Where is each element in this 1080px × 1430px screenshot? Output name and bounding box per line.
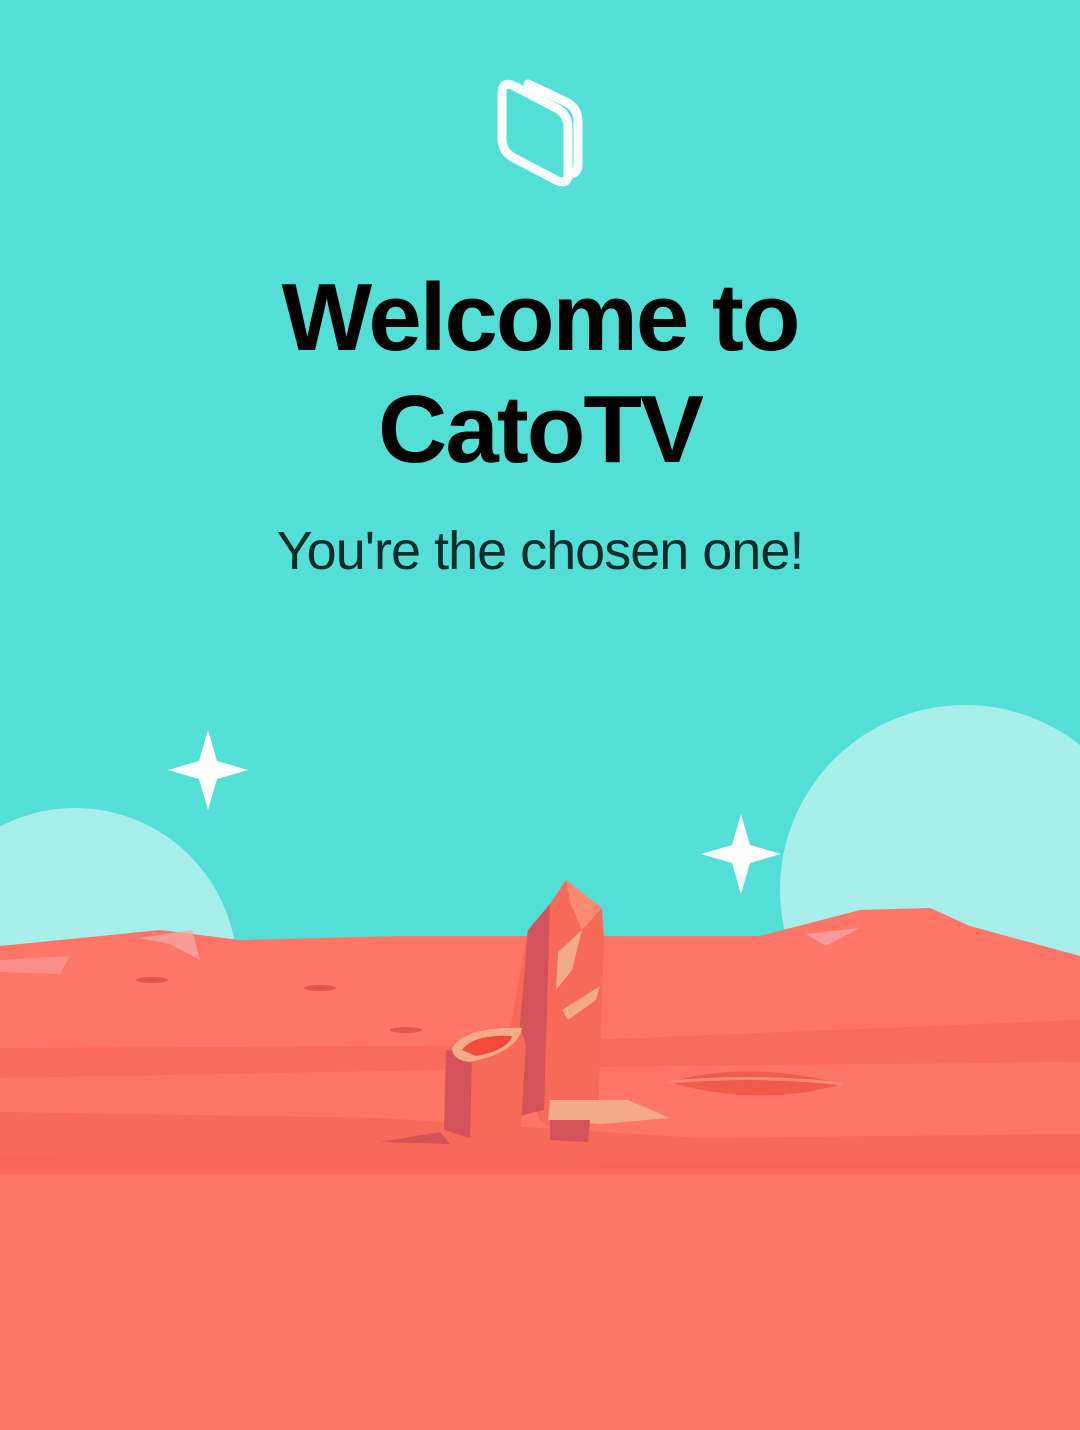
- book-logo-icon: [497, 79, 583, 187]
- title-line-2: CatoTV: [378, 376, 704, 483]
- star-left: [168, 730, 248, 810]
- title-line-1: Welcome to: [281, 264, 801, 371]
- star-right: [701, 814, 781, 894]
- page-title: Welcome to CatoTV: [0, 262, 1080, 486]
- subtitle: You're the chosen one!: [276, 521, 805, 581]
- welcome-screen: Welcome to CatoTV You're the chosen one!: [0, 0, 1080, 1430]
- desert-illustration: [0, 705, 1080, 1430]
